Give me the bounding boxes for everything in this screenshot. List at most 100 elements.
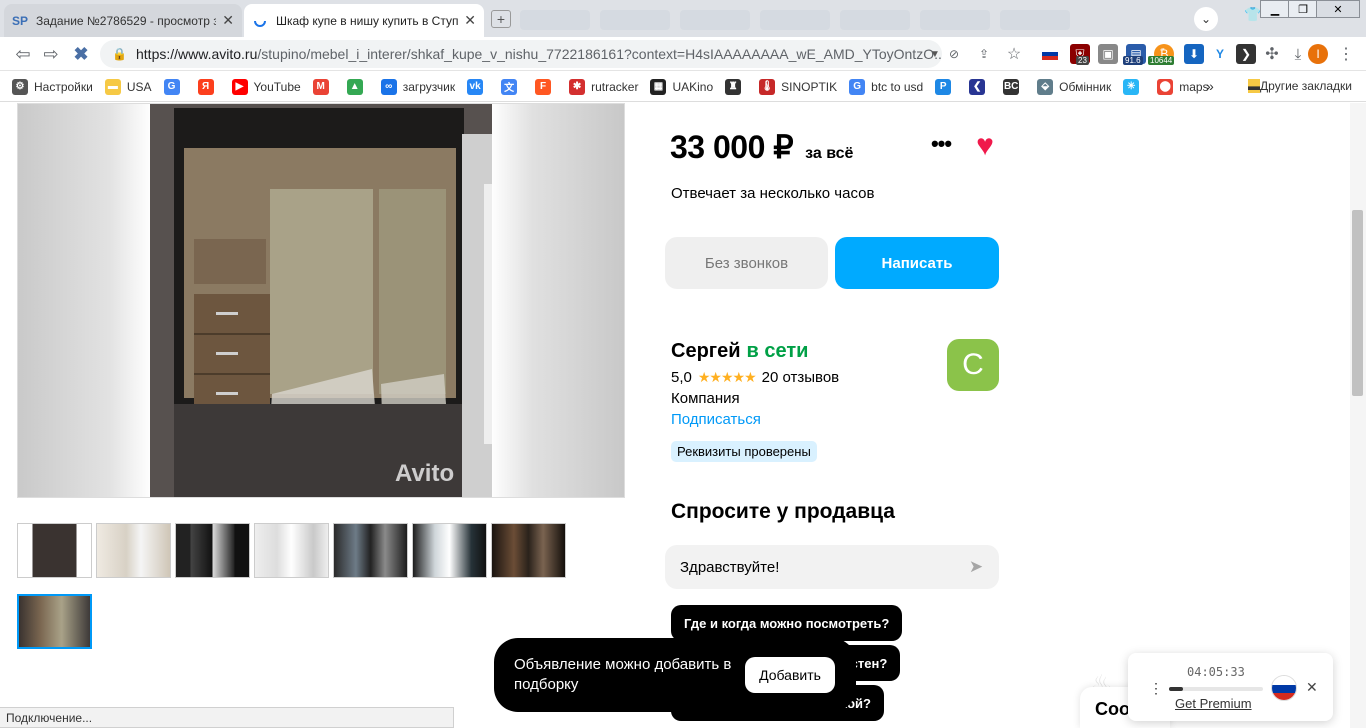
share-icon[interactable]: ⇪ (974, 44, 994, 64)
url-host: https://www.avito.ru (136, 46, 258, 62)
bookmark-item[interactable]: P (935, 78, 957, 95)
maximize-button[interactable]: ❐ (1288, 0, 1318, 18)
bookmarks-overflow-button[interactable]: » (1206, 78, 1214, 94)
shirt-icon[interactable]: 👕 (1244, 6, 1261, 23)
messages-panel-title: Соо (1095, 699, 1130, 719)
bookmark-item[interactable]: 🌡 SINOPTIK (759, 78, 837, 95)
drive-icon: ▲ (346, 78, 363, 95)
seller-name-text[interactable]: Сергей (671, 340, 741, 362)
favorite-heart-icon[interactable]: ♥ (968, 129, 1002, 163)
photo-thumbnail[interactable] (175, 523, 250, 578)
forward-arrow-icon[interactable]: ⇨ (40, 44, 62, 64)
bookmark-label: загрузчик (402, 79, 456, 94)
menu-dots-icon[interactable]: ⋮ (1336, 44, 1356, 64)
bookmark-item[interactable]: ⚙ Настройки (12, 78, 93, 95)
russia-flag-icon[interactable] (1040, 44, 1060, 64)
close-window-button[interactable]: ✕ (1316, 0, 1360, 18)
download-arrow-extension-icon[interactable]: ⬇ (1184, 44, 1204, 64)
new-tab-button[interactable]: + (491, 10, 511, 28)
maps-pin-icon: ⬤ (1157, 78, 1174, 95)
bookmark-item[interactable]: ⬤ maps (1157, 78, 1209, 95)
photo-thumbnail[interactable] (17, 523, 92, 578)
scrollbar-thumb[interactable] (1352, 210, 1363, 396)
v-extension-icon[interactable]: Y (1210, 44, 1230, 64)
subscribe-link[interactable]: Подписаться (671, 411, 761, 428)
seller-name[interactable]: Сергей в сети (671, 340, 808, 363)
price-row: 33 000 ₽ за всё (670, 128, 853, 166)
bookmark-item[interactable]: ✳ (1123, 78, 1145, 95)
browser-tab-avito[interactable]: Шкаф купе в нишу купить в Ступ ✕ (244, 4, 484, 37)
bookmark-item[interactable]: M (312, 78, 335, 95)
bookmark-item[interactable]: ⬙ Обмінник (1037, 78, 1111, 95)
bookmark-item[interactable]: 文 (501, 78, 523, 95)
ask-seller-input-value[interactable]: Здравствуйте! (680, 559, 779, 576)
bookmark-item[interactable]: F (535, 78, 557, 95)
photo-thumbnail[interactable] (491, 523, 566, 578)
tab-close-icon[interactable]: ✕ (222, 12, 234, 29)
bookmark-item[interactable]: ♜ (725, 78, 747, 95)
bookmarks-bar: ⚙ Настройки ▬ USA G Я ▶ YouTube M ▲ ∞ загрузчик vk 文 F… (0, 72, 1366, 102)
photo-thumbnail[interactable] (412, 523, 487, 578)
blocked-camera-icon[interactable]: ⊘ (944, 44, 964, 64)
send-arrow-icon[interactable]: ➤ (965, 557, 987, 577)
bookmark-item[interactable]: ▬ USA (104, 78, 152, 95)
vpn-premium-link[interactable]: Get Premium (1175, 696, 1252, 711)
wardrobe-photo: Avito (150, 104, 492, 497)
browser-tab-task[interactable]: SP Задание №2786529 - просмотр з ✕ (4, 4, 242, 37)
lock-icon: 🔒 (112, 47, 127, 61)
bookmark-item[interactable]: BC (1003, 78, 1025, 95)
main-photo[interactable]: Avito (17, 103, 625, 498)
bookmark-item[interactable]: ✱ rutracker (569, 78, 638, 95)
vpn-close-icon[interactable]: ✕ (1306, 679, 1318, 696)
ask-seller-input[interactable]: Здравствуйте! ➤ (665, 545, 999, 589)
russia-flag-icon[interactable] (1271, 675, 1297, 701)
bookmark-item[interactable]: ∞ загрузчик (380, 78, 456, 95)
minimize-button[interactable]: ▁ (1260, 0, 1290, 18)
address-bar[interactable]: 🔒 https://www.avito.ru/stupino/mebel_i_i… (100, 40, 942, 68)
bookmark-label: Настройки (34, 79, 93, 94)
puzzle-icon[interactable]: ✣ (1262, 44, 1282, 64)
no-calls-button[interactable]: Без звонков (665, 237, 828, 289)
vpn-menu-icon[interactable]: ⋮ (1149, 680, 1163, 697)
page-scrollbar[interactable] (1350, 103, 1366, 728)
photo-thumbnail-selected[interactable] (17, 594, 92, 649)
bookmark-star-icon[interactable]: ☆ (1004, 44, 1024, 64)
bookmark-item[interactable]: ▲ (346, 78, 369, 95)
write-message-button[interactable]: Написать (835, 237, 999, 289)
photo-thumbnail[interactable] (254, 523, 329, 578)
terminal-extension-icon[interactable]: ❯ (1236, 44, 1256, 64)
profile-avatar[interactable]: I (1308, 44, 1328, 64)
star-burst-icon: ✳ (1123, 78, 1140, 95)
url-text[interactable]: https://www.avito.ru/stupino/mebel_i_int… (136, 46, 942, 62)
bookmark-item[interactable]: ❮ (969, 78, 991, 95)
photo-thumbnail[interactable] (96, 523, 171, 578)
bookmark-item[interactable]: G (163, 78, 186, 95)
more-options-icon[interactable]: ••• (928, 131, 954, 157)
yandex-icon: Я (197, 78, 214, 95)
back-arrow-icon[interactable]: ⇦ (12, 44, 34, 64)
extension-badge: 23 (1076, 56, 1089, 65)
bookmark-label: UAKino (672, 79, 714, 94)
exchange-icon: ⬙ (1037, 78, 1054, 95)
toast-add-button[interactable]: Добавить (745, 657, 835, 693)
dropdown-caret-icon[interactable]: ▼ (925, 44, 945, 64)
tab-close-icon[interactable]: ✕ (464, 12, 476, 29)
bookmark-item[interactable]: ▶ YouTube (231, 78, 301, 95)
reviews-count[interactable]: 20 отзывов (762, 369, 840, 386)
downloads-icon[interactable]: ⤓ (1288, 44, 1308, 64)
bookmark-item[interactable]: ▦ UAKino (650, 78, 714, 95)
question-chip[interactable]: Где и когда можно посмотреть? (671, 605, 903, 641)
seller-avatar[interactable]: С (947, 339, 999, 391)
photo-thumbnail[interactable] (333, 523, 408, 578)
bookmark-item[interactable]: Я (197, 78, 220, 95)
google-icon: G (849, 78, 866, 95)
browser-tab-bar: SP Задание №2786529 - просмотр з ✕ Шкаф … (0, 0, 1366, 37)
briefcase-extension-icon[interactable]: ▣ (1098, 44, 1118, 64)
toast-text: Объявление можно добавить в подборку (514, 656, 732, 693)
seller-rating-row[interactable]: 5,0 ★★★★★ 20 отзывов (671, 369, 839, 386)
bookmark-item[interactable]: Gbtc to usd (849, 78, 923, 95)
other-bookmarks-folder[interactable]: ▬ Другие закладки (1248, 79, 1352, 93)
stop-loading-icon[interactable]: ✖ (70, 44, 92, 64)
tab-search-chevron-icon[interactable]: ⌄ (1194, 7, 1218, 31)
bookmark-item[interactable]: vk (467, 78, 489, 95)
